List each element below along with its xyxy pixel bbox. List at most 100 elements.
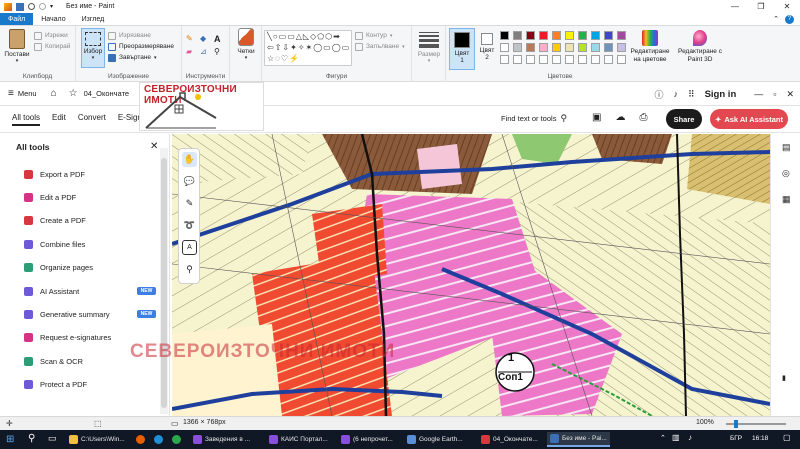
taskbar-app[interactable]: Заведения в ... [190,432,253,447]
lasso-icon[interactable]: ➰ [182,218,197,233]
find-text-or-tools[interactable]: Find text or tools ⚲ [501,113,567,124]
panel-scrollbar[interactable] [160,148,168,414]
custom-color-slot[interactable] [578,55,587,64]
share-button[interactable]: Share [666,109,702,129]
task-view-icon[interactable]: ▭ [48,433,57,444]
palette-swatch[interactable] [578,31,587,40]
edit-colors-button[interactable]: Редактиране на цветове [630,30,670,64]
comment-rail-icon[interactable]: ◎ [782,168,790,179]
firefox-icon[interactable] [136,435,145,444]
custom-color-slot[interactable] [617,55,626,64]
palette-swatch[interactable] [500,43,509,52]
save-icon[interactable]: ▣ [592,112,601,123]
size-button[interactable]: Размер ▾ [416,30,442,64]
color-picker-icon[interactable]: ⊿ [200,47,211,56]
palette-swatch[interactable] [552,43,561,52]
custom-color-slot[interactable] [500,55,509,64]
print-icon[interactable]: ⎙ [639,112,647,123]
tool-item[interactable]: AI Assistant [24,284,79,298]
tab-view[interactable]: Изглед [74,13,113,25]
taskbar-app[interactable]: (6 непрочет... [338,432,396,447]
palette-swatch[interactable] [617,31,626,40]
tool-item[interactable]: Export a PDF [24,167,85,181]
pencil-icon[interactable]: ✎ [186,34,197,44]
notifications-icon[interactable]: ▢ [783,433,791,442]
custom-color-slot[interactable] [591,55,600,64]
hand-tool-icon[interactable]: ✋ [182,152,197,167]
paint3d-button[interactable]: Редактиране с Paint 3D [678,30,722,64]
collapse-ribbon-icon[interactable]: ⌃ [773,15,779,23]
color2-button[interactable]: Цвят 2 [477,28,497,61]
zoom-slider[interactable] [726,420,786,428]
tab-home[interactable]: Начало [33,13,73,25]
cut-button[interactable]: Изрежи [34,30,70,41]
palette-swatch[interactable] [565,31,574,40]
rotate-button[interactable]: Завъртане ▾ [108,52,174,63]
color1-button[interactable]: Цвят 1 [449,28,475,70]
home-icon[interactable]: ⌂ [51,88,57,99]
palette-swatch[interactable] [617,43,626,52]
zoom-slider-knob[interactable] [734,420,738,428]
close-icon[interactable]: ✕ [786,89,794,100]
tool-item[interactable]: Edit a PDF [24,190,76,204]
palette-swatch[interactable] [513,31,522,40]
windows-start-icon[interactable]: ⊞ [6,434,14,445]
tab-edit[interactable]: Edit [52,113,66,126]
tool-item[interactable]: Request e-signatures [24,331,111,345]
comment-icon[interactable]: 💬 [182,174,197,189]
tab-convert[interactable]: Convert [78,113,106,126]
tool-item[interactable]: Generative summary [24,307,110,321]
custom-color-slot[interactable] [526,55,535,64]
document-icon[interactable]: ▤ [782,142,791,153]
redo-icon[interactable] [39,3,46,10]
network-icon[interactable]: ▥ [672,433,680,442]
tab-file[interactable]: Файл [0,13,34,25]
fill-button[interactable]: Запълване ▾ [355,41,405,52]
rail-scroll-up-icon[interactable]: ▮ [782,374,786,382]
magnifier-icon[interactable]: ⚲ [214,47,225,56]
cadastral-map[interactable]: 1 Соп1 [172,134,770,416]
notifications-icon[interactable]: ♪ [673,89,678,99]
layers-icon[interactable]: ▦ [782,194,791,205]
brushes-button[interactable]: Четки ▾ [232,28,260,61]
resize-button[interactable]: Преоразмеряване [108,41,174,52]
edge-icon[interactable] [154,435,163,444]
volume-icon[interactable]: ♪ [688,433,692,442]
customize-toolbar-icon[interactable]: ▾ [50,3,58,11]
apps-grid-icon[interactable]: ⠿ [688,89,695,100]
star-icon[interactable]: ☆ [69,88,78,99]
keyboard-language[interactable]: БГР [730,435,742,442]
outline-button[interactable]: Контур ▾ [355,30,405,41]
minimize-icon[interactable]: — [722,0,748,13]
palette-swatch[interactable] [604,31,613,40]
stamp-icon[interactable]: ⚲ [182,262,197,277]
select-button[interactable]: Избор ▾ [81,28,105,68]
menu-button[interactable]: ≡ Menu [8,88,37,99]
palette-swatch[interactable] [578,43,587,52]
minimize-icon[interactable]: — [754,89,763,99]
palette-swatch[interactable] [539,31,548,40]
copy-button[interactable]: Копирай [34,41,70,52]
palette-swatch[interactable] [526,31,535,40]
document-tab[interactable]: 04_Окончате [84,89,129,98]
taskbar-app[interactable]: Без име - Pai... [547,432,610,447]
chrome-icon[interactable] [172,435,181,444]
tool-item[interactable]: Scan & OCR [24,354,83,368]
ask-ai-assistant-button[interactable]: ✦ Ask AI Assistant [710,109,788,129]
pen-icon[interactable]: ✎ [182,196,197,211]
sign-in-button[interactable]: Sign in [705,89,737,100]
help-icon[interactable]: ? [785,14,794,24]
palette-swatch[interactable] [539,43,548,52]
maximize-icon[interactable]: ❐ [748,0,774,13]
eraser-icon[interactable]: ▰ [186,47,197,56]
clock[interactable]: 16:18 [752,435,768,442]
scrollbar-thumb[interactable] [161,158,167,408]
paint-canvas[interactable]: ≡ Menu ⌂ ☆ 04_Окончате ⓘ ♪ ⠿ Sign in — ▫… [0,82,800,416]
custom-color-slot[interactable] [604,55,613,64]
close-icon[interactable]: ✕ [774,0,800,13]
shapes-gallery[interactable]: ╲○▭▭△◺◇⬠⬡➡ ⇦⇧⇩✦✧✶◯▭◯▭ ☆◌♡⚡ [264,30,352,66]
crop-button[interactable]: Изрязване [108,30,174,41]
palette-swatch[interactable] [604,43,613,52]
undo-icon[interactable] [28,3,35,10]
palette-swatch[interactable] [591,43,600,52]
